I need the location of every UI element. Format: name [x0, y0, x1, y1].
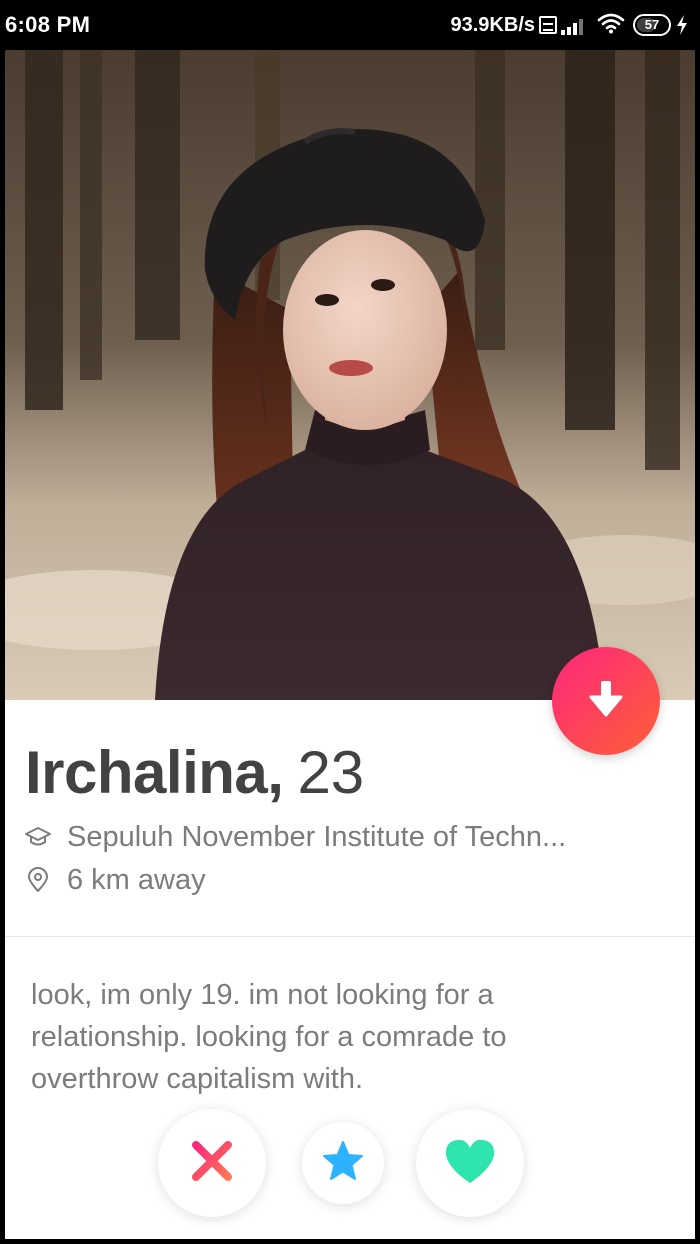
status-icons: 93.9KB/s 57	[451, 10, 689, 40]
distance-row: 6 km away	[23, 862, 206, 898]
school-text: Sepuluh November Institute of Techn...	[67, 820, 567, 853]
volte-icon	[539, 16, 557, 34]
status-time: 6:08 PM	[5, 12, 91, 37]
profile-name-row: Irchalina, 23	[25, 738, 364, 808]
collapse-profile-button[interactable]	[552, 647, 660, 755]
distance-text: 6 km away	[67, 863, 206, 896]
profile-age: 23	[297, 739, 365, 806]
profile-photo[interactable]	[5, 50, 695, 700]
location-pin-icon	[23, 867, 53, 893]
star-icon	[321, 1140, 365, 1187]
arrow-down-icon	[588, 679, 624, 724]
charging-bolt-icon	[676, 15, 688, 35]
school-row: Sepuluh November Institute of Techn...	[23, 819, 566, 855]
battery-icon: 57	[633, 14, 671, 36]
signal-icon	[561, 15, 585, 35]
superlike-button[interactable]	[302, 1122, 384, 1204]
network-speed: 93.9KB/s	[450, 13, 536, 36]
wifi-icon	[597, 12, 625, 39]
like-button[interactable]	[416, 1109, 524, 1217]
nope-button[interactable]	[158, 1109, 266, 1217]
profile-name: Irchalina,	[25, 739, 284, 806]
graduation-cap-icon	[23, 826, 53, 848]
heart-icon	[443, 1137, 497, 1190]
profile-card[interactable]: Irchalina, 23 Sepuluh November Institute …	[5, 50, 695, 1239]
status-bar: 6:08 PM 93.9KB/s 57	[0, 0, 700, 50]
action-bar	[5, 1090, 695, 1220]
profile-bio: look, im only 19. im not looking for a r…	[31, 979, 507, 1095]
x-icon	[190, 1139, 234, 1188]
divider	[5, 936, 695, 937]
